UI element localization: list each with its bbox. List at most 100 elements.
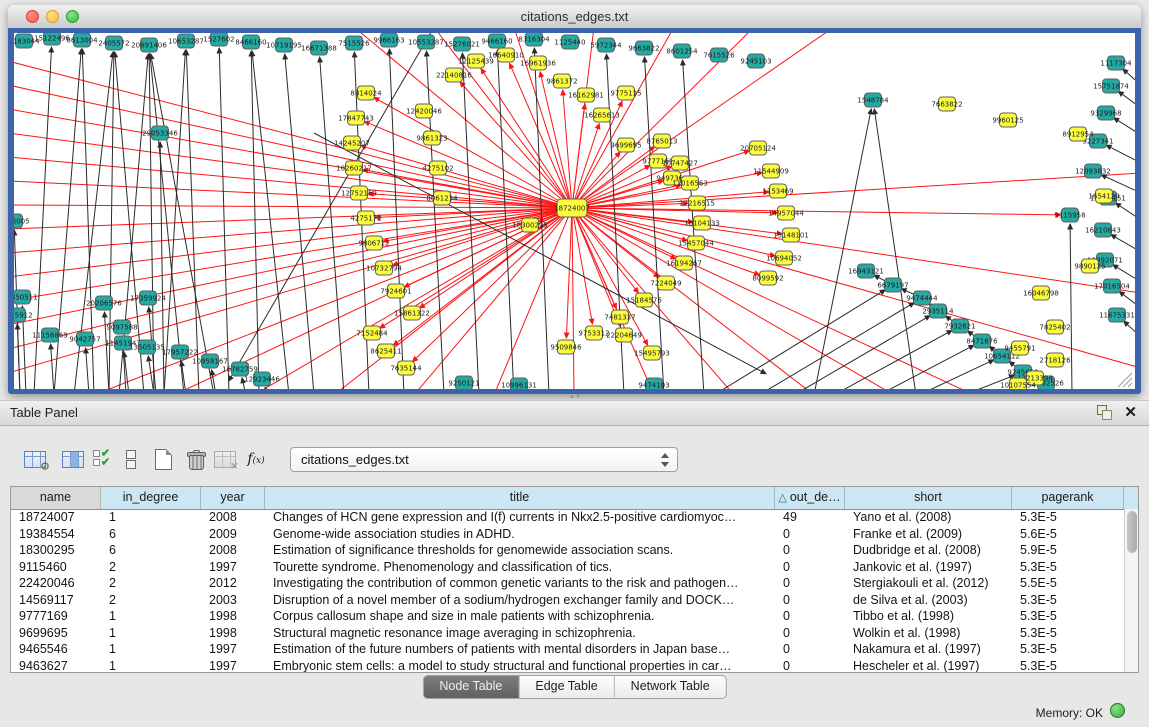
table-cell[interactable]: 18300295	[11, 542, 101, 559]
table-cell[interactable]: 0	[775, 658, 845, 674]
table-cell[interactable]: 2008	[201, 509, 265, 526]
graph-edge[interactable]	[186, 50, 199, 389]
table-cell[interactable]: 5.3E-5	[1012, 608, 1124, 625]
graph-window-titlebar[interactable]: citations_edges.txt	[8, 5, 1141, 29]
table-cell[interactable]: 9115460	[11, 559, 101, 576]
table-cell[interactable]: 2009	[201, 526, 265, 543]
import-table-icon[interactable]: ✕	[212, 446, 238, 472]
table-cell[interactable]: 2008	[201, 542, 265, 559]
table-cell[interactable]: 18724007	[11, 509, 101, 526]
table-cell[interactable]: 5.3E-5	[1012, 559, 1124, 576]
table-cell[interactable]: 0	[775, 592, 845, 609]
new-table-icon[interactable]	[150, 446, 176, 472]
column-settings-icon[interactable]	[60, 446, 86, 472]
graph-edge[interactable]	[14, 208, 572, 349]
graph-edge[interactable]	[320, 57, 344, 389]
column-header-year[interactable]: year	[201, 487, 265, 509]
tab-network-table[interactable]: Network Table	[615, 676, 726, 698]
table-selector[interactable]: citations_edges.txt	[290, 447, 678, 472]
table-cell[interactable]: 0	[775, 559, 845, 576]
table-cell[interactable]: 9777169	[11, 608, 101, 625]
graph-edge[interactable]	[572, 208, 638, 293]
graph-edge[interactable]	[572, 208, 1061, 215]
graph-edge[interactable]	[1124, 321, 1135, 337]
table-cell[interactable]: 1	[101, 509, 201, 526]
table-cell[interactable]: 2	[101, 592, 201, 609]
table-cell[interactable]: 1997	[201, 658, 265, 674]
graph-edge[interactable]	[874, 109, 916, 389]
tab-node-table[interactable]: Node Table	[423, 676, 519, 698]
graph-edge[interactable]	[572, 208, 687, 241]
graph-edge[interactable]	[150, 54, 184, 389]
column-header-in_degree[interactable]: in_degree	[101, 487, 201, 509]
graph-edge[interactable]	[572, 208, 621, 327]
function-builder-icon[interactable]: f(x)	[243, 446, 269, 472]
table-cell[interactable]: Stergiakouli et al. (2012)	[845, 575, 1012, 592]
table-cell[interactable]: 5.5E-5	[1012, 575, 1124, 592]
table-cell[interactable]: 1	[101, 641, 201, 658]
column-header-short[interactable]: short	[845, 487, 1012, 509]
table-cell[interactable]: 5.9E-5	[1012, 542, 1124, 559]
table-cell[interactable]: Wolkin et al. (1998)	[845, 625, 1012, 642]
select-columns-icon[interactable]: ✔✔	[88, 446, 114, 472]
table-cell[interactable]: Estimation of significance thresholds fo…	[265, 542, 775, 559]
table-cell[interactable]: Yano et al. (2008)	[845, 509, 1012, 526]
graph-edge[interactable]	[572, 208, 574, 389]
table-row[interactable]: 1872400712008Changes of HCN gene express…	[11, 509, 1124, 526]
graph-edge[interactable]	[14, 208, 572, 373]
table-cell[interactable]: 1998	[201, 608, 265, 625]
table-row[interactable]: 2242004622012Investigating the contribut…	[11, 575, 1124, 592]
delete-table-icon[interactable]	[183, 446, 209, 472]
graph-edge[interactable]	[86, 348, 89, 389]
table-cell[interactable]: Hescheler et al. (1997)	[845, 658, 1012, 674]
graph-edge[interactable]	[481, 69, 572, 208]
table-cell[interactable]: de Silva et al. (2003)	[845, 592, 1012, 609]
graph-edge[interactable]	[164, 50, 185, 389]
table-cell[interactable]: 0	[775, 625, 845, 642]
table-cell[interactable]: Estimation of the future numbers of pati…	[265, 641, 775, 658]
table-cell[interactable]: Tibbo et al. (1998)	[845, 608, 1012, 625]
graph-edge[interactable]	[460, 82, 572, 208]
graph-edge[interactable]	[51, 344, 54, 389]
table-cell[interactable]: Changes of HCN gene expression and I(f) …	[265, 509, 775, 526]
table-cell[interactable]: 6	[101, 542, 201, 559]
graph-edge[interactable]	[759, 303, 914, 389]
table-cell[interactable]: 2003	[201, 592, 265, 609]
graph-edge[interactable]	[426, 51, 444, 389]
graph-edge[interactable]	[1111, 235, 1135, 252]
table-cell[interactable]: 2	[101, 559, 201, 576]
table-row[interactable]: 911546021997Tourette syndrome. Phenomeno…	[11, 559, 1124, 576]
graph-edge[interactable]	[14, 205, 572, 208]
graph-edge[interactable]	[1106, 145, 1135, 163]
graph-edge[interactable]	[14, 208, 572, 253]
column-header-out_de[interactable]: △out_de…	[775, 487, 845, 509]
table-row[interactable]: 946554611997Estimation of the future num…	[11, 641, 1124, 658]
table-cell[interactable]: Genome-wide association studies in ADHD.	[265, 526, 775, 543]
graph-edge[interactable]	[572, 104, 585, 208]
graph-edge[interactable]	[879, 345, 974, 389]
table-cell[interactable]: Tourette syndrome. Phenomenology and cla…	[265, 559, 775, 576]
table-cell[interactable]: 5.3E-5	[1012, 641, 1124, 658]
graph-edge[interactable]	[645, 57, 664, 389]
table-cell[interactable]: 0	[775, 575, 845, 592]
table-row[interactable]: 969969511998Structural magnetic resonanc…	[11, 625, 1124, 642]
close-panel-icon[interactable]: ✕	[1124, 403, 1137, 421]
tab-edge-table[interactable]: Edge Table	[519, 676, 614, 698]
float-panel-icon[interactable]	[1097, 405, 1113, 420]
table-row[interactable]: 1938455462009Genome-wide association stu…	[11, 526, 1124, 543]
graph-edge[interactable]	[714, 290, 885, 389]
table-cell[interactable]: 0	[775, 641, 845, 658]
graph-edge[interactable]	[393, 208, 572, 265]
table-cell[interactable]: Embryonic stem cells: a model to study s…	[265, 658, 775, 674]
graph-edge[interactable]	[572, 208, 592, 324]
table-cell[interactable]: Investigating the contribution of common…	[265, 575, 775, 592]
table-cell[interactable]: 9699695	[11, 625, 101, 642]
graph-edge[interactable]	[1119, 291, 1135, 308]
resize-grip-icon[interactable]	[1118, 373, 1132, 387]
table-cell[interactable]: Corpus callosum shape and size in male p…	[265, 608, 775, 625]
table-cell[interactable]: 0	[775, 608, 845, 625]
table-cell[interactable]: Disruption of a novel member of a sodium…	[265, 592, 775, 609]
table-cell[interactable]: 19384554	[11, 526, 101, 543]
table-cell[interactable]: 6	[101, 526, 201, 543]
table-cell[interactable]: 9465546	[11, 641, 101, 658]
